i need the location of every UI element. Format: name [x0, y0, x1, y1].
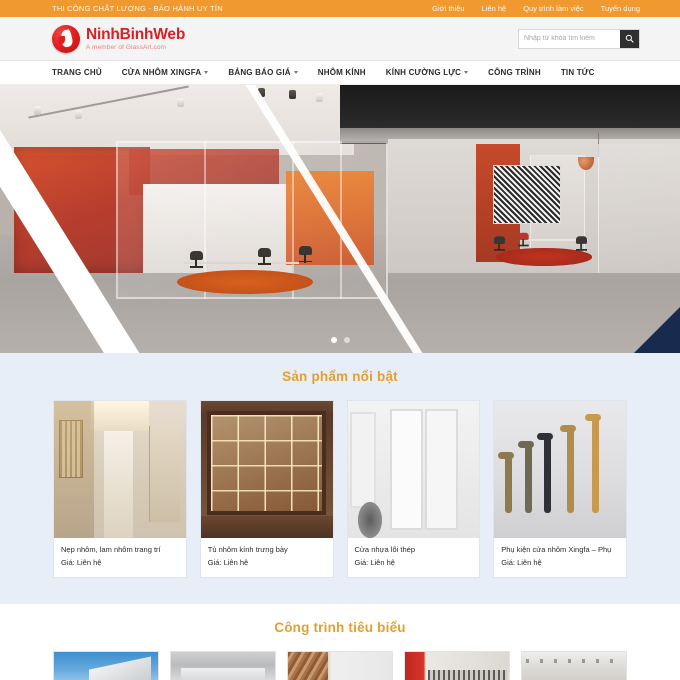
- hero-slider[interactable]: [0, 85, 680, 353]
- top-bar: THI CÔNG CHẤT LƯỢNG - BẢO HÀNH UY TÍN Gi…: [0, 0, 680, 17]
- featured-projects-section: Công trình tiêu biểu: [0, 603, 680, 680]
- product-price: Giá: Liên hệ: [501, 557, 542, 567]
- nav-label: NHÔM KÍNH: [317, 67, 366, 77]
- logo[interactable]: NinhBinhWeb A member of GlassArt.com: [52, 24, 185, 53]
- logo-tagline: A member of GlassArt.com: [86, 43, 167, 51]
- logo-text: NinhBinhWeb A member of GlassArt.com: [86, 26, 185, 51]
- product-card[interactable]: Phụ kiện cửa nhôm Xingfa – Phụ Giá: Liên…: [493, 400, 627, 578]
- project-card[interactable]: [404, 650, 510, 680]
- search-button[interactable]: [620, 29, 639, 48]
- product-info: Nẹp nhôm, lam nhôm trang trí Giá: Liên h…: [54, 538, 186, 577]
- top-link-tuyen-dung[interactable]: Tuyển dụng: [601, 4, 640, 13]
- nav-item-bang-bao-gia[interactable]: BẢNG BÁO GIÁ: [218, 67, 307, 77]
- carousel-dot-2[interactable]: [343, 337, 350, 343]
- project-card[interactable]: [521, 650, 627, 680]
- nav-item-nhom-kinh[interactable]: NHÔM KÍNH: [308, 67, 376, 77]
- product-name: Tủ nhôm kính trưng bày: [207, 545, 288, 554]
- product-info: Phụ kiện cửa nhôm Xingfa – Phụ Giá: Liên…: [494, 538, 626, 577]
- product-info: Cửa nhựa lõi thép Giá: Liên hệ: [348, 538, 480, 577]
- hero-image: [0, 85, 680, 353]
- top-link-quy-trinh-lam-viec[interactable]: Quy trình làm việc: [523, 4, 583, 13]
- nav-label: BẢNG BÁO GIÁ: [228, 67, 291, 77]
- product-price: Giá: Liên hệ: [354, 557, 395, 567]
- nav-item-tin-tuc[interactable]: TIN TỨC: [551, 67, 605, 77]
- product-name: Cửa nhựa lõi thép: [354, 545, 416, 554]
- nav-item-trang-chu[interactable]: TRANG CHỦ: [52, 67, 112, 77]
- corridor-interior-image[interactable]: [54, 401, 186, 538]
- product-name: Nẹp nhôm, lam nhôm trang trí: [61, 545, 161, 554]
- white-french-doors-image[interactable]: [347, 401, 480, 538]
- product-card[interactable]: Cửa nhựa lõi thép Giá: Liên hệ: [346, 400, 481, 578]
- nav-item-kinh-cuong-luc[interactable]: KÍNH CƯỜNG LỰC: [376, 67, 478, 77]
- nav-item-cua-nhom-xingfa[interactable]: CỬA NHÔM XINGFA: [112, 67, 219, 77]
- chevron-down-icon: [293, 71, 298, 74]
- nav-label: CỬA NHÔM XINGFA: [121, 67, 202, 77]
- nav-label: TRANG CHỦ: [52, 67, 102, 77]
- search-input[interactable]: [519, 29, 620, 48]
- glass-display-cabinet-image[interactable]: [200, 401, 333, 538]
- nav-label: TIN TỨC: [560, 67, 595, 77]
- flame-circle-logo-icon: [52, 24, 80, 53]
- nav-label: KÍNH CƯỜNG LỰC: [385, 67, 462, 77]
- project-card[interactable]: [53, 650, 159, 680]
- product-card[interactable]: Tủ nhôm kính trưng bày Giá: Liên hệ: [199, 400, 334, 578]
- featured-products-title: Sản phẩm nổi bật: [282, 369, 398, 384]
- site-header: NinhBinhWeb A member of GlassArt.com: [0, 17, 680, 61]
- logo-name: NinhBinhWeb: [86, 26, 186, 43]
- chevron-down-icon: [204, 71, 209, 74]
- project-card[interactable]: [170, 650, 276, 680]
- product-price: Giá: Liên hệ: [61, 557, 102, 567]
- top-bar-slogan: THI CÔNG CHẤT LƯỢNG - BẢO HÀNH UY TÍN: [52, 4, 223, 13]
- main-navigation: TRANG CHỦ CỬA NHÔM XINGFA BẢNG BÁO GIÁ N…: [0, 61, 680, 85]
- carousel-dot-1[interactable]: [330, 337, 337, 343]
- featured-projects-title: Công trình tiêu biểu: [274, 619, 406, 635]
- project-card[interactable]: [287, 650, 393, 680]
- featured-products-section: Sản phẩm nổi bật Nẹp nhôm, lam nhôm tran…: [0, 353, 680, 604]
- nav-item-cong-trinh[interactable]: CÔNG TRÌNH: [478, 67, 551, 77]
- top-link-gioi-thieu[interactable]: Giới thiệu: [432, 4, 464, 13]
- product-price: Giá: Liên hệ: [207, 557, 249, 567]
- product-info: Tủ nhôm kính trưng bày Giá: Liên hệ: [201, 538, 333, 577]
- product-name: Phụ kiện cửa nhôm Xingfa – Phụ: [501, 545, 612, 554]
- nav-label: CÔNG TRÌNH: [488, 67, 541, 77]
- top-bar-links: Giới thiệu Liên hệ Quy trình làm việc Tu…: [432, 4, 640, 13]
- project-grid: [0, 650, 680, 680]
- search-icon: [625, 34, 634, 43]
- product-card[interactable]: Nẹp nhôm, lam nhôm trang trí Giá: Liên h…: [53, 400, 187, 578]
- search-box: [518, 28, 640, 49]
- window-handles-image[interactable]: [494, 401, 626, 538]
- chevron-down-icon: [464, 71, 469, 74]
- carousel-dots: [0, 337, 680, 343]
- top-link-lien-he[interactable]: Liên hệ: [482, 4, 507, 13]
- product-grid: Nẹp nhôm, lam nhôm trang trí Giá: Liên h…: [0, 400, 680, 578]
